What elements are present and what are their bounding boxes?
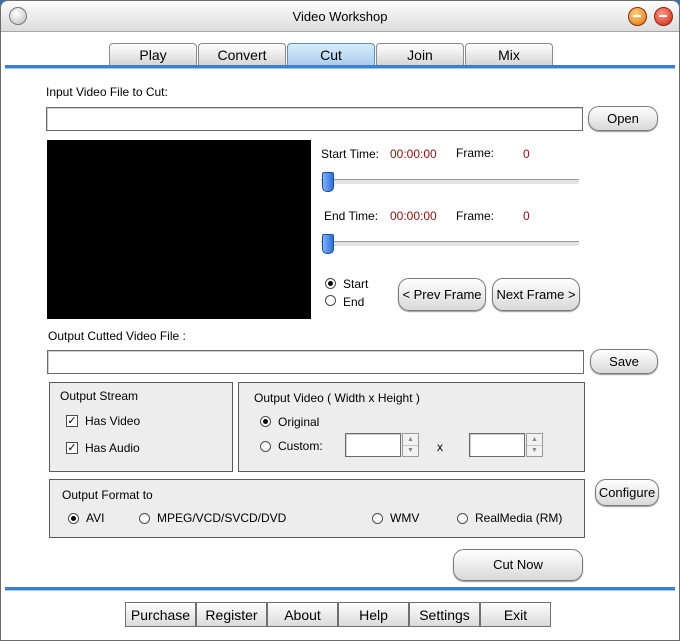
app-window: Video Workshop Play Convert Cut Join Mix… [0, 0, 680, 641]
purchase-button[interactable]: Purchase [125, 602, 196, 627]
window-title: Video Workshop [292, 9, 388, 24]
format-mpeg-label: MPEG/VCD/SVCD/DVD [157, 511, 287, 525]
tab-play[interactable]: Play [109, 43, 197, 66]
end-slider-thumb[interactable] [322, 234, 334, 254]
prev-frame-button[interactable]: < Prev Frame [398, 278, 486, 311]
start-time-label: Start Time: [321, 147, 380, 161]
format-mpeg-radio[interactable] [139, 513, 150, 524]
output-file-field[interactable] [47, 350, 584, 374]
tab-mix[interactable]: Mix [465, 43, 553, 66]
has-video-label: Has Video [85, 414, 141, 428]
tab-convert[interactable]: Convert [198, 43, 286, 66]
tab-divider [5, 65, 675, 69]
has-audio-checkbox[interactable]: ✓ [66, 442, 78, 454]
output-video-title: Output Video ( Width x Height ) [254, 391, 420, 405]
exit-button[interactable]: Exit [480, 602, 551, 627]
about-button[interactable]: About [267, 602, 338, 627]
settings-button[interactable]: Settings [409, 602, 480, 627]
original-radio[interactable] [260, 416, 271, 427]
format-avi-radio[interactable] [68, 513, 79, 524]
custom-height-field[interactable] [469, 433, 525, 457]
cut-now-button[interactable]: Cut Now [453, 549, 583, 581]
format-avi-label: AVI [86, 511, 105, 525]
dimension-separator: x [437, 440, 443, 454]
input-file-field[interactable] [46, 107, 583, 131]
start-time-value: 00:00:00 [390, 147, 437, 161]
custom-radio[interactable] [260, 441, 271, 452]
end-frame-value: 0 [523, 209, 530, 223]
spin-down-icon[interactable]: ▼ [527, 445, 542, 456]
next-frame-button[interactable]: Next Frame > [492, 278, 580, 311]
tab-cut[interactable]: Cut [287, 43, 375, 66]
start-frame-value: 0 [523, 147, 530, 161]
configure-button[interactable]: Configure [595, 479, 659, 506]
output-format-title: Output Format to [62, 488, 153, 502]
minimize-icon[interactable] [628, 7, 647, 26]
video-preview [47, 140, 311, 319]
register-button[interactable]: Register [196, 602, 267, 627]
start-radio[interactable] [325, 278, 336, 289]
start-radio-label: Start [343, 277, 369, 291]
title-bar[interactable]: Video Workshop [1, 1, 679, 32]
start-slider-thumb[interactable] [322, 172, 334, 192]
original-label: Original [278, 415, 320, 429]
end-radio[interactable] [325, 295, 336, 306]
width-spinner[interactable]: ▲ ▼ [402, 433, 419, 457]
format-wmv-label: WMV [390, 511, 420, 525]
custom-label: Custom: [278, 439, 323, 453]
open-button[interactable]: Open [588, 106, 658, 131]
format-rm-label: RealMedia (RM) [475, 511, 563, 525]
spin-down-icon[interactable]: ▼ [403, 445, 418, 456]
custom-width-field[interactable] [345, 433, 401, 457]
output-stream-title: Output Stream [60, 389, 139, 403]
footer-divider [5, 587, 675, 591]
start-slider-track [321, 179, 579, 185]
end-radio-label: End [343, 295, 365, 309]
format-rm-radio[interactable] [457, 513, 468, 524]
output-video-group: Output Video ( Width x Height ) Original… [238, 382, 585, 472]
output-format-group: Output Format to AVI MPEG/VCD/SVCD/DVD W… [49, 479, 585, 538]
end-slider-track [321, 241, 579, 247]
save-button[interactable]: Save [590, 349, 658, 374]
input-file-label: Input Video File to Cut: [46, 85, 168, 99]
output-file-label: Output Cutted Video File : [48, 329, 186, 343]
end-time-label: End Time: [324, 209, 379, 223]
height-spinner[interactable]: ▲ ▼ [526, 433, 543, 457]
close-icon[interactable] [654, 7, 673, 26]
has-audio-label: Has Audio [85, 441, 140, 455]
format-wmv-radio[interactable] [372, 513, 383, 524]
has-video-checkbox[interactable]: ✓ [66, 415, 78, 427]
output-stream-group: Output Stream ✓ Has Video ✓ Has Audio [49, 382, 233, 472]
end-time-value: 00:00:00 [390, 209, 437, 223]
end-frame-label: Frame: [456, 209, 495, 223]
tab-join[interactable]: Join [376, 43, 464, 66]
start-frame-label: Frame: [456, 146, 495, 160]
help-button[interactable]: Help [338, 602, 409, 627]
